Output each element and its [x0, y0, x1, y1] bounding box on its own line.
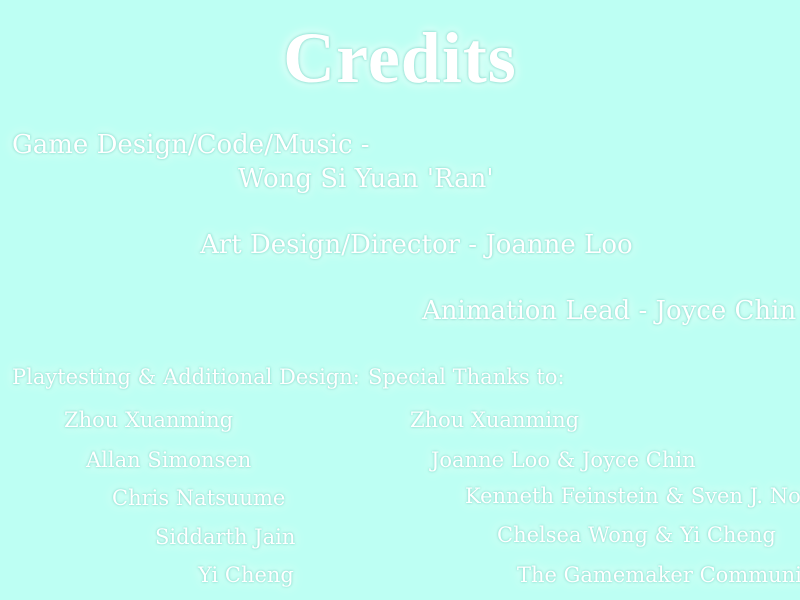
- playtester-name: Siddarth Jain: [155, 525, 296, 549]
- game-design-role-label: Game Design/Code/Music -: [12, 130, 370, 160]
- playtester-name: Chris Natsuume: [112, 486, 286, 510]
- special-thanks-name: Joanne Loo & Joyce Chin: [431, 448, 696, 472]
- art-design-role: Art Design/Director - Joanne Loo: [200, 230, 633, 260]
- playtester-name: Allan Simonsen: [86, 448, 252, 472]
- special-thanks-name: Chelsea Wong & Yi Cheng: [497, 523, 776, 547]
- playtesting-heading: Playtesting & Additional Design:: [12, 365, 360, 389]
- credits-screen: { "screen": { "title": "Credits", "backg…: [0, 0, 800, 600]
- game-design-role-name: Wong Si Yuan 'Ran': [238, 164, 494, 194]
- playtester-name: Yi Cheng: [198, 563, 294, 587]
- special-thanks-name: Zhou Xuanming: [410, 408, 580, 432]
- special-thanks-heading: Special Thanks to:: [368, 365, 565, 389]
- animation-lead-role: Animation Lead - Joyce Chin: [422, 296, 797, 326]
- credits-title: Credits: [283, 18, 517, 98]
- special-thanks-name: Kenneth Feinstein & Sven J. Norris: [465, 484, 800, 508]
- special-thanks-name: The Gamemaker Community: [517, 563, 800, 587]
- playtester-name: Zhou Xuanming: [64, 408, 234, 432]
